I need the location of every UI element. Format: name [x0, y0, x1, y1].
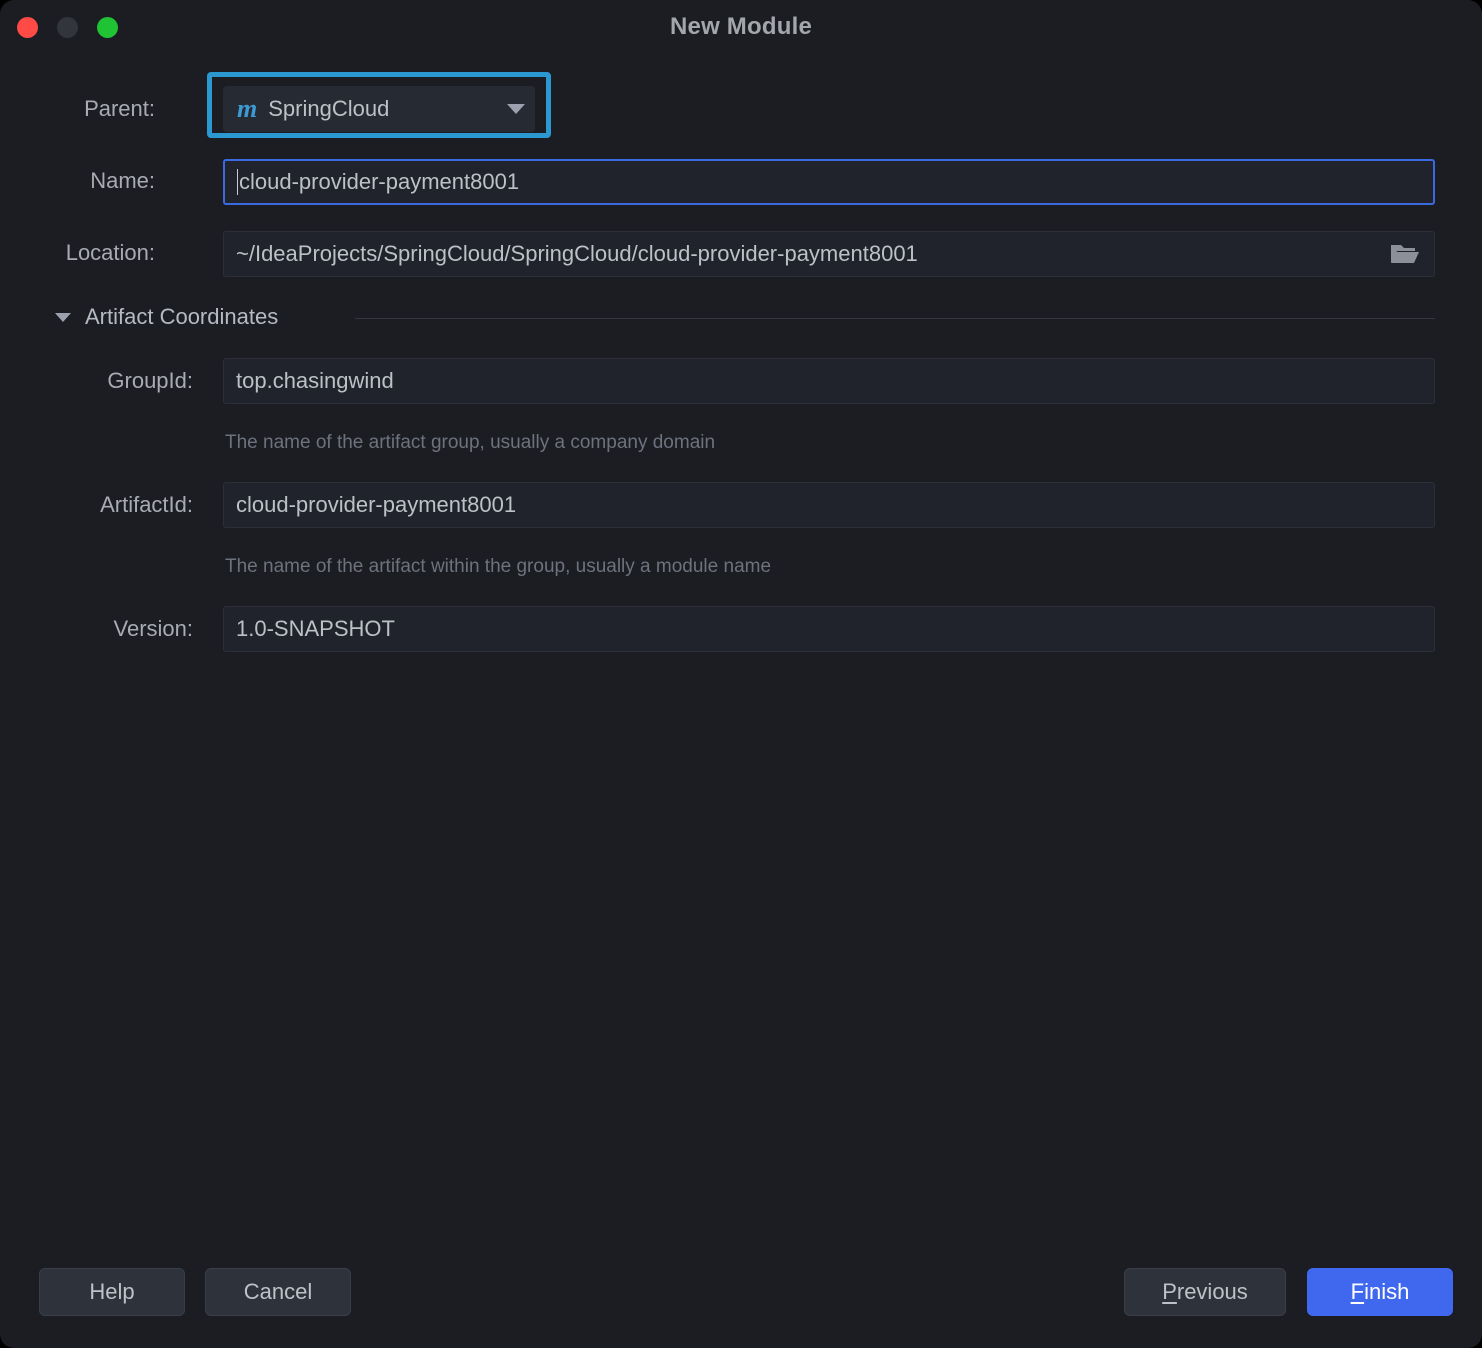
folder-open-icon[interactable] [1385, 234, 1425, 274]
previous-label-rest: revious [1176, 1279, 1248, 1304]
finish-button[interactable]: Finish [1307, 1268, 1453, 1316]
new-module-dialog: New Module Parent: m SpringCloud Name: c… [0, 0, 1482, 1348]
group-id-hint: The name of the artifact group, usually … [225, 432, 716, 453]
artifact-id-hint: The name of the artifact within the grou… [225, 556, 772, 577]
artifact-coordinates-label: Artifact Coordinates [85, 304, 279, 329]
group-id-value: top.chasingwind [236, 368, 394, 393]
chevron-down-icon [507, 104, 525, 114]
version-label: Version: [113, 616, 194, 641]
finish-mnemonic: F [1350, 1279, 1365, 1304]
previous-button[interactable]: Previous [1124, 1268, 1286, 1316]
section-divider [355, 318, 1435, 319]
name-input[interactable]: cloud-provider-payment8001 [223, 159, 1435, 205]
triangle-down-icon [55, 312, 71, 322]
location-label: Location: [65, 240, 155, 265]
finish-label-rest: inish [1364, 1279, 1410, 1304]
name-label: Name: [90, 168, 155, 193]
parent-combobox[interactable]: m SpringCloud [223, 86, 535, 132]
location-value: ~/IdeaProjects/SpringCloud/SpringCloud/c… [236, 241, 918, 266]
artifact-coordinates-section-toggle[interactable]: Artifact Coordinates [55, 304, 278, 330]
title-bar: New Module [0, 0, 1482, 56]
group-id-label: GroupId: [107, 368, 193, 393]
location-input[interactable]: ~/IdeaProjects/SpringCloud/SpringCloud/c… [223, 231, 1435, 277]
version-input[interactable]: 1.0-SNAPSHOT [223, 606, 1435, 652]
artifact-id-label: ArtifactId: [100, 492, 193, 517]
text-caret [237, 169, 238, 195]
group-id-input[interactable]: top.chasingwind [223, 358, 1435, 404]
parent-label: Parent: [84, 96, 155, 121]
name-value: cloud-provider-payment8001 [239, 169, 520, 194]
window-title: New Module [669, 13, 812, 40]
artifact-id-input[interactable]: cloud-provider-payment8001 [223, 482, 1435, 528]
cancel-button[interactable]: Cancel [205, 1268, 351, 1316]
maven-m-icon: m [237, 94, 258, 123]
parent-value: SpringCloud [268, 96, 390, 121]
artifact-id-value: cloud-provider-payment8001 [236, 492, 517, 517]
help-button[interactable]: Help [39, 1268, 185, 1316]
previous-mnemonic: P [1162, 1279, 1177, 1304]
version-value: 1.0-SNAPSHOT [236, 616, 395, 641]
